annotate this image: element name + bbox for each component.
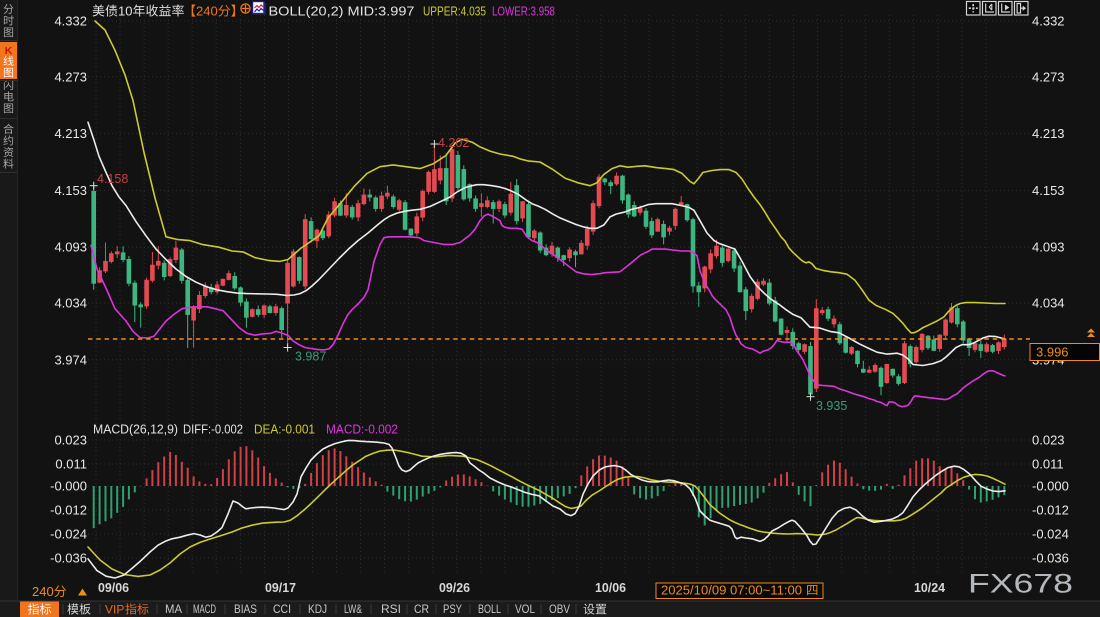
svg-text:0.011: 0.011	[1032, 457, 1064, 472]
svg-text:10/24: 10/24	[914, 581, 945, 595]
svg-text:MACD: MACD	[193, 604, 216, 616]
svg-text:-0.012: -0.012	[50, 503, 87, 518]
svg-text:0.023: 0.023	[1032, 433, 1065, 448]
svg-text:4.153: 4.153	[1032, 183, 1065, 198]
svg-text:4.158: 4.158	[97, 172, 128, 186]
svg-text:PSY: PSY	[443, 604, 462, 616]
svg-text:FX678: FX678	[968, 569, 1073, 599]
svg-text:VOL: VOL	[515, 604, 536, 616]
svg-text:3.974: 3.974	[54, 352, 87, 367]
svg-text:CR: CR	[414, 604, 429, 616]
svg-text:BIAS: BIAS	[234, 604, 257, 616]
svg-text:UPPER:4.035: UPPER:4.035	[423, 4, 486, 19]
svg-text:4.034: 4.034	[54, 296, 87, 311]
svg-text:0.023: 0.023	[54, 433, 87, 448]
svg-text:KDJ: KDJ	[308, 604, 327, 616]
svg-text:-0.000: -0.000	[50, 479, 87, 494]
svg-text:RSI: RSI	[381, 604, 401, 616]
svg-text:4.213: 4.213	[54, 126, 87, 141]
svg-text:09/17: 09/17	[265, 581, 296, 595]
svg-text:09/06: 09/06	[98, 581, 129, 595]
svg-text:4.273: 4.273	[1032, 69, 1065, 84]
svg-text:3.996: 3.996	[1036, 345, 1069, 360]
svg-text:OBV: OBV	[549, 604, 570, 616]
svg-text:CCI: CCI	[273, 604, 291, 616]
svg-text:-0.012: -0.012	[1032, 503, 1069, 518]
svg-text:K: K	[5, 45, 13, 57]
svg-text:-0.000: -0.000	[1032, 479, 1069, 494]
svg-text:BOLL: BOLL	[478, 604, 501, 616]
svg-text:-0.024: -0.024	[1032, 527, 1069, 542]
svg-text:4.332: 4.332	[1032, 14, 1065, 29]
svg-text:MACD:-0.002: MACD:-0.002	[326, 423, 398, 437]
svg-text:-0.036: -0.036	[50, 551, 87, 566]
svg-text:4.153: 4.153	[54, 183, 87, 198]
svg-text:4.034: 4.034	[1032, 296, 1065, 311]
svg-text:240: 240	[196, 4, 218, 19]
svg-text:MACD(26,12,9): MACD(26,12,9)	[93, 423, 178, 437]
svg-text:BOLL(20,2) MID:3.997: BOLL(20,2) MID:3.997	[269, 4, 415, 19]
svg-text:4.093: 4.093	[1032, 240, 1065, 255]
svg-text:4.093: 4.093	[54, 240, 87, 255]
svg-text:10/06: 10/06	[595, 581, 626, 595]
svg-text:4.273: 4.273	[54, 69, 87, 84]
svg-text:-0.036: -0.036	[1032, 551, 1069, 566]
svg-text:LOWER:3.958: LOWER:3.958	[492, 4, 555, 19]
svg-text:10: 10	[118, 4, 132, 19]
svg-text:3.935: 3.935	[816, 399, 847, 413]
svg-text:4.213: 4.213	[1032, 126, 1065, 141]
svg-text:-0.024: -0.024	[50, 527, 87, 542]
svg-text:DIFF:-0.002: DIFF:-0.002	[183, 423, 243, 437]
svg-text:3.987: 3.987	[295, 350, 326, 364]
svg-text:LW&: LW&	[344, 604, 362, 616]
svg-text:VIP: VIP	[105, 603, 124, 617]
svg-text:4.202: 4.202	[438, 136, 469, 150]
svg-text:09/26: 09/26	[439, 581, 470, 595]
svg-text:240: 240	[32, 584, 54, 599]
svg-text:DEA:-0.001: DEA:-0.001	[254, 423, 315, 437]
svg-text:4.332: 4.332	[54, 14, 87, 29]
svg-text:2025/10/09 07:00~11:00: 2025/10/09 07:00~11:00	[661, 584, 802, 598]
svg-text:MA: MA	[165, 604, 182, 616]
svg-text:0.011: 0.011	[55, 457, 87, 472]
